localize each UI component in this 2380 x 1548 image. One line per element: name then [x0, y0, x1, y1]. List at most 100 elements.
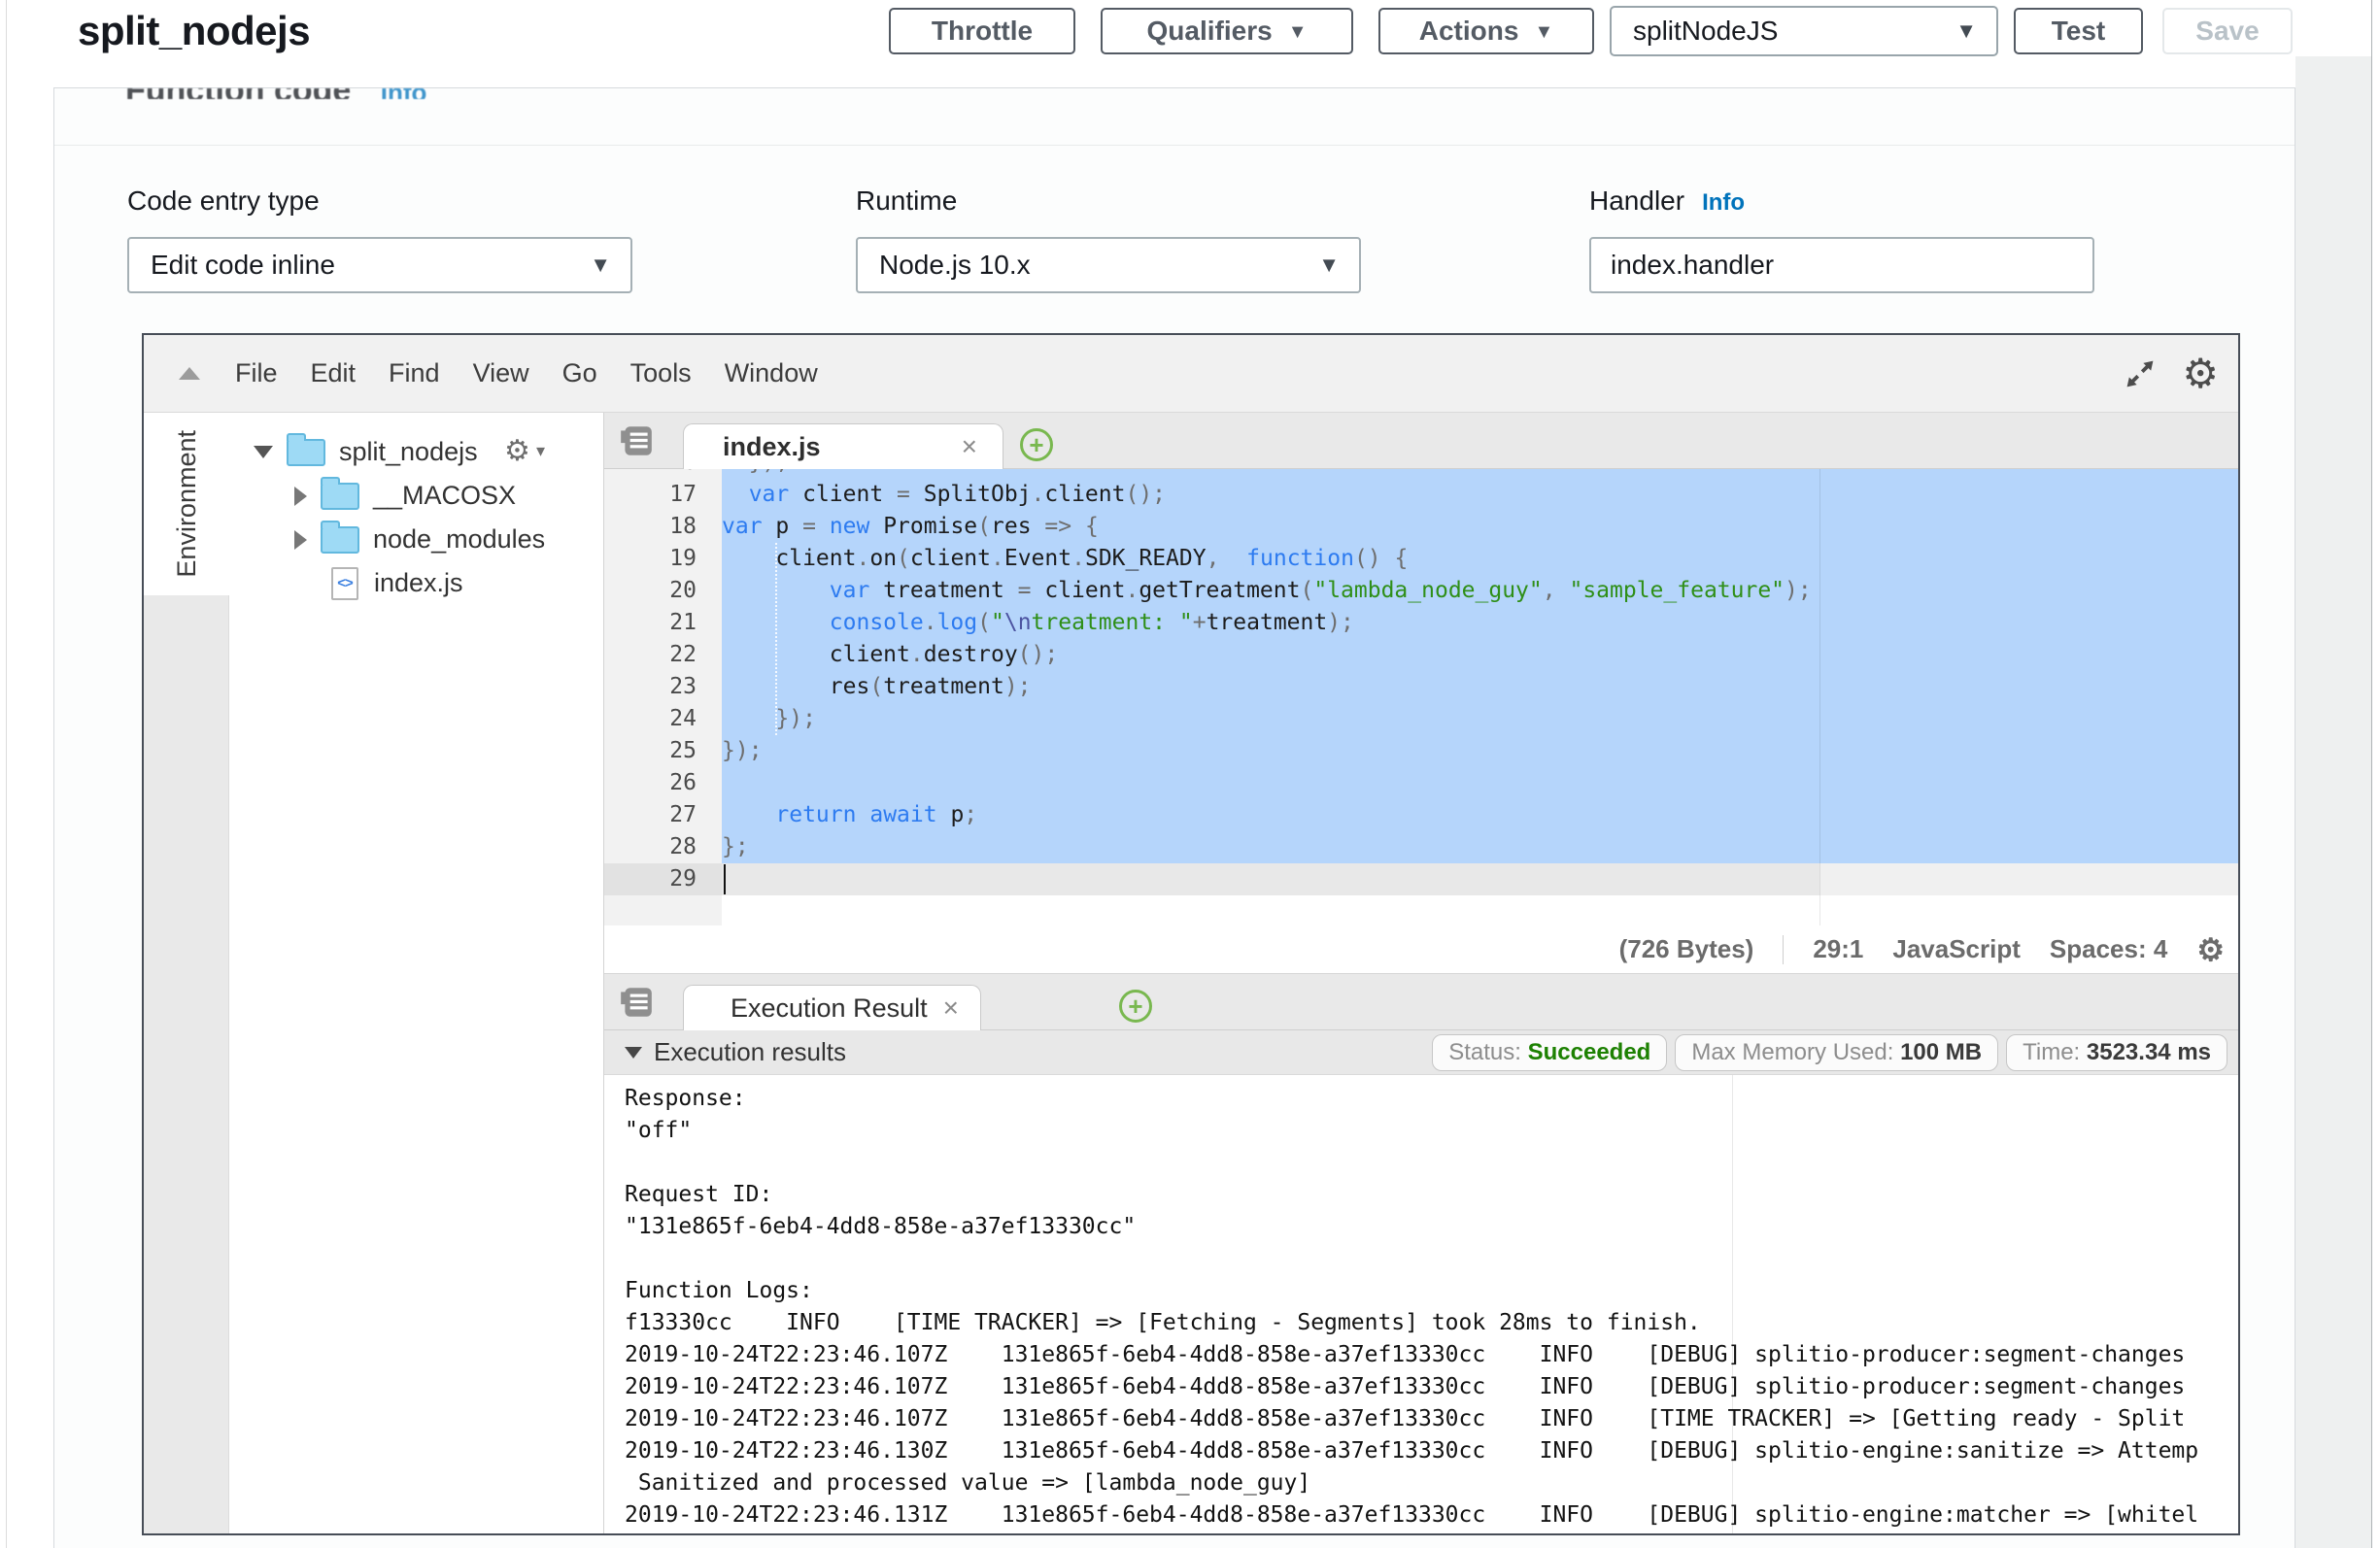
code-line[interactable]: }); — [722, 735, 2238, 767]
code-token: var — [830, 578, 870, 603]
language-mode-status[interactable]: JavaScript — [1892, 934, 2021, 964]
environment-tab[interactable]: Environment — [144, 413, 229, 595]
test-button[interactable]: Test — [2014, 8, 2143, 54]
code-token: }); — [749, 469, 790, 475]
execution-results-body[interactable]: Response:"off" Request ID:"131e865f-6eb4… — [604, 1075, 2238, 1533]
code-entry-type-select[interactable]: Edit code inline ▼ — [127, 237, 632, 293]
log-line: "131e865f-6eb4-4dd8-858e-a37ef13330cc" — [604, 1211, 2238, 1243]
code-token — [856, 802, 869, 827]
editor-menu-items: File Edit Find View Go Tools Window — [235, 358, 818, 388]
log-line: 2019-10-24T22:23:46.131Z 131e865f-6eb4-4… — [604, 1499, 2238, 1531]
clipped-info-link: Info — [381, 88, 427, 99]
code-line[interactable]: client.on(client.Event.SDK_READY, functi… — [722, 543, 2238, 575]
editor-preferences-gear-icon[interactable]: ⚙ — [2182, 353, 2219, 394]
chevron-right-icon[interactable] — [294, 487, 307, 506]
code-token: "lambda_node_guy" — [1313, 578, 1542, 603]
statusbar-settings-gear-icon[interactable]: ⚙ — [2196, 934, 2225, 965]
actions-button[interactable]: Actions ▼ — [1378, 8, 1594, 54]
code-pane[interactable]: 1617181920212223242526272829 }); var cli… — [604, 469, 2238, 925]
code-token: => — [1044, 514, 1071, 539]
clipped-gutter-row: 16 — [604, 469, 722, 479]
menu-tools[interactable]: Tools — [630, 358, 692, 388]
page-gutter — [2295, 56, 2371, 1548]
fullscreen-icon[interactable] — [2122, 355, 2159, 392]
line-number-gutter: 1617181920212223242526272829 — [604, 469, 722, 925]
new-tab-icon[interactable]: + — [1119, 990, 1152, 1023]
log-line: 2019-10-24T22:23:46.107Z 131e865f-6eb4-4… — [604, 1403, 2238, 1435]
code-line[interactable]: return await p; — [722, 799, 2238, 831]
tree-item-index.js[interactable]: index.js — [229, 561, 603, 605]
collapse-editor-icon[interactable] — [179, 367, 200, 380]
menu-file[interactable]: File — [235, 358, 278, 388]
indent-setting-status[interactable]: Spaces: 4 — [2050, 934, 2167, 964]
code-line[interactable]: res(treatment); — [722, 671, 2238, 703]
code-line[interactable]: console.log("\ntreatment: "+treatment); — [722, 607, 2238, 639]
scrollbar-track[interactable] — [2371, 0, 2372, 1548]
code-token — [722, 469, 749, 475]
file-tree: split_nodejs⚙__MACOSXnode_modulesindex.j… — [229, 430, 603, 605]
runtime-label: Runtime — [856, 185, 957, 217]
tab-execution-result[interactable]: Execution Result × — [683, 985, 981, 1030]
editor-right-pane: index.js × + 161718192021222324252627282… — [604, 413, 2238, 1533]
save-button-label: Save — [2195, 16, 2259, 47]
line-number: 25 — [604, 735, 722, 767]
code-token: . — [856, 546, 869, 571]
tab-list-icon[interactable] — [618, 984, 655, 1021]
qualifiers-button-label: Qualifiers — [1147, 16, 1273, 47]
tree-item-split_nodejs[interactable]: split_nodejs⚙ — [229, 430, 603, 474]
throttle-button-label: Throttle — [932, 16, 1033, 47]
tree-settings-gear-icon[interactable]: ⚙ — [504, 434, 545, 468]
code-token: res — [722, 674, 869, 699]
close-icon[interactable]: × — [943, 993, 959, 1024]
code-token: . — [991, 546, 1004, 571]
code-line[interactable] — [722, 767, 2238, 799]
code-line[interactable]: var client = SplitObj.client(); — [722, 479, 2238, 511]
code-token: (); — [1018, 642, 1059, 667]
menu-view[interactable]: View — [473, 358, 529, 388]
menu-window[interactable]: Window — [725, 358, 818, 388]
tree-item-node_modules[interactable]: node_modules — [229, 518, 603, 561]
save-button[interactable]: Save — [2162, 8, 2293, 54]
code-line[interactable]: }); — [722, 469, 2238, 479]
qualifiers-button[interactable]: Qualifiers ▼ — [1101, 8, 1353, 54]
code-token: client — [1032, 578, 1126, 603]
folder-icon — [321, 483, 359, 510]
runtime-select[interactable]: Node.js 10.x ▼ — [856, 237, 1361, 293]
new-tab-icon[interactable]: + — [1020, 428, 1053, 461]
tab-index-js[interactable]: index.js × — [683, 423, 1003, 469]
code-token — [1556, 578, 1570, 603]
handler-info-link[interactable]: Info — [1702, 189, 1745, 216]
throttle-button[interactable]: Throttle — [889, 8, 1075, 54]
test-event-select[interactable]: splitNodeJS ▼ — [1610, 6, 1998, 56]
close-icon[interactable]: × — [962, 431, 977, 462]
code-line[interactable]: }); — [722, 703, 2238, 735]
text-cursor — [724, 864, 726, 894]
code-line[interactable]: client.destroy(); — [722, 639, 2238, 671]
code-line[interactable] — [722, 863, 2238, 895]
code-token: await — [869, 802, 936, 827]
menu-find[interactable]: Find — [389, 358, 440, 388]
code-token: " — [991, 610, 1004, 635]
code-line[interactable]: var p = new Promise(res => { — [722, 511, 2238, 543]
code-token: ; — [964, 802, 977, 827]
line-number: 17 — [604, 479, 722, 511]
tab-list-icon[interactable] — [618, 422, 655, 459]
code-token: }); — [722, 738, 763, 763]
cursor-position-status[interactable]: 29:1 — [1813, 934, 1863, 964]
chevron-down-icon[interactable] — [254, 446, 273, 458]
test-button-label: Test — [2052, 16, 2106, 47]
chevron-right-icon[interactable] — [294, 530, 307, 550]
handler-input[interactable] — [1589, 237, 2094, 293]
menu-edit[interactable]: Edit — [311, 358, 357, 388]
menu-go[interactable]: Go — [562, 358, 597, 388]
code-token: }; — [722, 834, 749, 859]
code-line[interactable]: var treatment = client.getTreatment("lam… — [722, 575, 2238, 607]
collapse-results-icon[interactable] — [625, 1047, 642, 1059]
code-line[interactable]: }; — [722, 831, 2238, 863]
tree-item-__MACOSX[interactable]: __MACOSX — [229, 474, 603, 518]
page-title: split_nodejs — [78, 8, 310, 54]
chevron-down-icon: ▼ — [1534, 22, 1553, 42]
log-line: f13330cc INFO [TIME TRACKER] => [Fetchin… — [604, 1307, 2238, 1339]
tab-index-js-label: index.js — [723, 432, 821, 462]
code-token: console — [830, 610, 924, 635]
